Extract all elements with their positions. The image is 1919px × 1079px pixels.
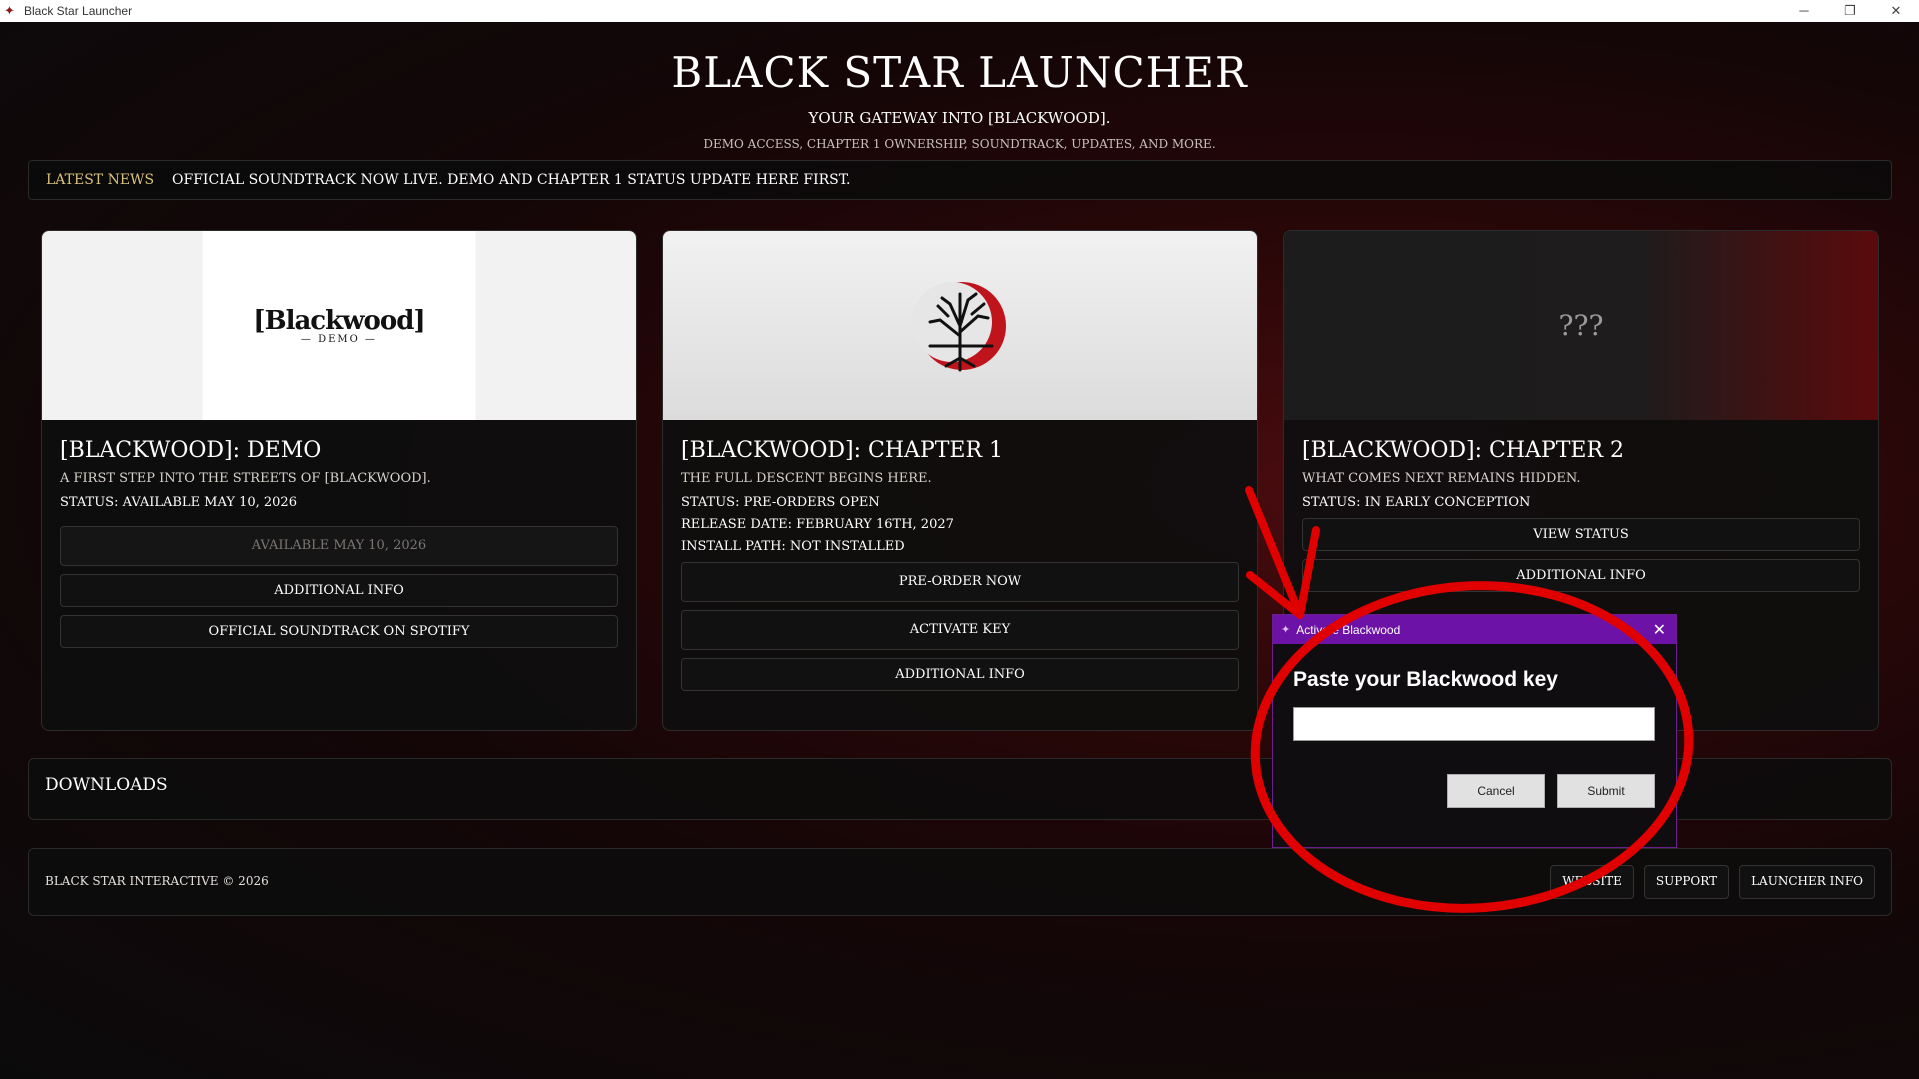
restore-icon[interactable]: ❐ xyxy=(1827,0,1873,22)
card-title: [Blackwood]: Chapter 1 xyxy=(681,438,1004,463)
available-date-button: Available May 10, 2026 xyxy=(60,526,618,566)
page-title: Black Star Launcher xyxy=(671,48,1248,97)
launcher-info-button[interactable]: Launcher Info xyxy=(1739,865,1875,899)
cancel-button[interactable]: Cancel xyxy=(1447,774,1545,808)
tagline: Your gateway into [Blackwood]. xyxy=(808,109,1111,127)
chapter-2-body: [Blackwood]: Chapter 2 What comes next r… xyxy=(1284,420,1878,610)
minimize-icon[interactable]: ─ xyxy=(1781,0,1827,22)
card-description: What comes next remains hidden. xyxy=(1302,471,1581,486)
support-button[interactable]: Support xyxy=(1643,865,1730,899)
view-status-button[interactable]: View Status xyxy=(1302,518,1860,551)
submit-button[interactable]: Submit xyxy=(1557,774,1655,808)
window-controls: ─ ❐ ✕ xyxy=(1781,0,1919,22)
chapter-2-banner: ??? xyxy=(1284,231,1878,420)
dialog-titlebar: ✦ Activate Blackwood ✕ xyxy=(1273,615,1676,644)
additional-info-button[interactable]: Additional Info xyxy=(681,658,1239,691)
news-text: Official soundtrack now live. Demo and C… xyxy=(172,172,851,188)
footer-links: Website Support Launcher Info xyxy=(1550,865,1875,899)
card-status: Status: Pre-orders open xyxy=(681,495,880,510)
dialog-title: Activate Blackwood xyxy=(1296,622,1401,637)
app-icon: ✦ xyxy=(4,3,15,18)
card-demo: [Blackwood] — DEMO — [Blackwood]: Demo A… xyxy=(41,230,637,731)
demo-body: [Blackwood]: Demo A first step into the … xyxy=(42,420,636,666)
activate-key-button[interactable]: Activate Key xyxy=(681,610,1239,650)
window-title: Black Star Launcher xyxy=(24,4,133,18)
website-button[interactable]: Website xyxy=(1550,865,1634,899)
card-title: [Blackwood]: Chapter 2 xyxy=(1302,438,1625,463)
demo-banner: [Blackwood] — DEMO — xyxy=(42,231,636,420)
chapter-1-banner xyxy=(663,231,1257,420)
card-description: A first step into the streets of [Blackw… xyxy=(60,471,431,486)
card-description: The full descent begins here. xyxy=(681,471,932,486)
pre-order-button[interactable]: Pre-order Now xyxy=(681,562,1239,602)
card-chapter-1: [Blackwood]: Chapter 1 The full descent … xyxy=(662,230,1258,731)
additional-info-button[interactable]: Additional Info xyxy=(1302,559,1860,592)
launcher-header: Black Star Launcher Your gateway into [B… xyxy=(0,48,1919,151)
additional-info-button[interactable]: Additional Info xyxy=(60,574,618,607)
tree-moon-emblem xyxy=(912,281,1006,371)
mystery-text: ??? xyxy=(1558,309,1604,342)
footer: Black Star Interactive © 2026 Website Su… xyxy=(28,848,1892,916)
copyright: Black Star Interactive © 2026 xyxy=(45,874,269,888)
card-status: Status: In early conception xyxy=(1302,495,1531,510)
close-icon[interactable]: ✕ xyxy=(1873,0,1919,22)
close-icon[interactable]: ✕ xyxy=(1653,620,1666,640)
news-bar: Latest News Official soundtrack now live… xyxy=(28,160,1892,200)
spotify-soundtrack-button[interactable]: Official Soundtrack on Spotify xyxy=(60,615,618,648)
dialog-app-icon: ✦ xyxy=(1281,624,1291,636)
card-install-path: Install Path: Not installed xyxy=(681,539,905,554)
card-status: Status: Available May 10, 2026 xyxy=(60,495,297,510)
activate-dialog: ✦ Activate Blackwood ✕ Paste your Blackw… xyxy=(1272,614,1677,848)
card-title: [Blackwood]: Demo xyxy=(60,438,322,463)
news-label: Latest News xyxy=(46,172,155,188)
key-input[interactable] xyxy=(1293,707,1655,741)
dialog-prompt: Paste your Blackwood key xyxy=(1293,668,1558,691)
blackwood-demo-logo: [Blackwood] — DEMO — xyxy=(253,306,425,345)
chapter-1-body: [Blackwood]: Chapter 1 The full descent … xyxy=(663,420,1257,709)
downloads-title: Downloads xyxy=(45,775,168,795)
subtitle: Demo access, Chapter 1 ownership, soundt… xyxy=(703,137,1216,151)
window-titlebar: ✦ Black Star Launcher ─ ❐ ✕ xyxy=(0,0,1919,22)
card-release-date: Release Date: February 16th, 2027 xyxy=(681,517,954,532)
